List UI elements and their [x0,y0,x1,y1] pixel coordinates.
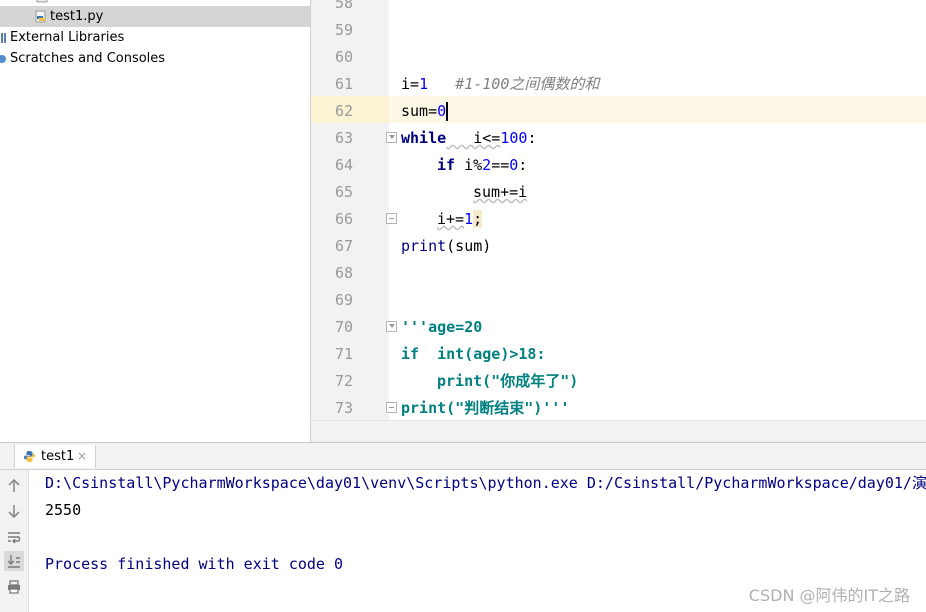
line-number: 73 [334,399,353,417]
fold-toggle-icon[interactable] [386,321,397,332]
ide-window: test1.py External Libraries Scratches an… [0,0,926,612]
code-line-64: if i%2==0: [437,152,527,179]
code-comment: #1-100之间偶数的和 [455,75,600,93]
code-docstring: if int(age)>18: [401,345,546,363]
line-number: 61 [334,75,353,93]
code-line-66: i+=1; [437,206,483,233]
code-line-60: #1-100之间偶数的和 [401,44,599,93]
code-token: (sum) [446,237,492,255]
code-number: 0 [509,156,519,174]
code-number: 2 [482,156,492,174]
line-number: 66 [334,210,353,228]
print-icon[interactable] [4,577,24,597]
line-number: 60 [334,48,353,66]
code-line-65: sum+=i [473,179,527,206]
code-token: i<= [446,129,501,147]
line-number: 68 [334,264,353,282]
python-file-icon [36,0,48,3]
code-token: : [518,156,528,174]
code-number: 1 [464,210,474,228]
code-line-73: print("判断结束")''' [401,395,569,420]
close-icon[interactable]: × [77,445,87,468]
text-cursor [446,102,449,121]
code-token: sum= [401,102,438,120]
scratches-icon [0,55,6,63]
scroll-down-icon[interactable] [4,501,24,521]
tree-item-scratches[interactable]: Scratches and Consoles [0,48,310,69]
line-number: 65 [334,183,353,201]
soft-wrap-icon[interactable] [4,527,24,547]
code-line-62: sum=0 [401,98,449,125]
scroll-up-icon[interactable] [4,476,24,496]
code-token: == [491,156,510,174]
python-file-icon [35,10,46,23]
scroll-to-end-icon[interactable] [4,551,24,571]
editor-horizontal-scrollbar[interactable] [311,420,926,443]
line-number: 70 [334,318,353,336]
line-number: 59 [334,21,353,39]
code-number: 100 [500,129,528,147]
code-docstring: print("判断结束")''' [401,399,570,417]
run-tab-test1[interactable]: test1 × [14,445,96,468]
code-token: i= [401,75,420,93]
tree-item-test1-py[interactable]: test1.py [0,6,310,27]
code-keyword: if [437,156,456,174]
library-icon [1,33,6,43]
code-line-63: while i<=100: [401,125,536,152]
tree-item-label: External Libraries [10,30,125,45]
code-number: 0 [437,102,447,120]
line-number: 69 [334,291,353,309]
fold-end-icon[interactable] [386,213,397,224]
line-number: 64 [334,156,353,174]
console-output-line: 2550 [45,501,82,519]
code-token: ; [473,210,483,228]
line-number: 63 [334,129,353,147]
python-icon [24,451,35,462]
code-token: i% [455,156,483,174]
run-toolbar [0,470,29,612]
tree-item-external-libraries[interactable]: External Libraries [0,27,310,48]
tree-item-label: test1.py [50,9,104,24]
code-token: i+= [437,210,465,228]
line-number: 58 [334,0,353,12]
code-token: sum+=i [473,183,528,201]
code-editor[interactable]: 58 59 60 61 62 63 64 65 66 67 68 69 70 7… [311,0,926,420]
line-number: 67 [334,237,353,255]
code-number: 1 [419,75,429,93]
run-tab-label: test1 [41,449,75,464]
code-line-70: '''age=20 [401,314,482,341]
tree-item-label: Scratches and Consoles [10,51,166,66]
code-docstring: print("你成年了") [437,372,579,390]
console-command-line: D:\Csinstall\PycharmWorkspace\day01\venv… [45,474,926,492]
project-tree-panel: test1.py External Libraries Scratches an… [0,0,311,442]
code-line-61: i=1 [401,71,428,98]
console-exit-line: Process finished with exit code 0 [45,555,344,573]
fold-toggle-icon[interactable] [386,132,397,143]
line-number: 71 [334,345,353,363]
code-keyword: while [401,129,447,147]
line-number: 72 [334,372,353,390]
line-number: 62 [334,102,353,120]
code-docstring: '''age=20 [401,318,483,336]
code-line-72: print("你成年了") [437,368,578,395]
run-tab-bar: test1 × [0,443,926,470]
delete-icon[interactable] [4,600,24,612]
code-builtin: print [401,237,447,255]
code-token: : [527,129,537,147]
fold-end-icon[interactable] [386,402,397,413]
code-line-71: if int(age)>18: [401,341,546,368]
watermark: CSDN @阿伟的IT之路 [748,586,910,605]
code-line-67: print(sum) [401,233,491,260]
